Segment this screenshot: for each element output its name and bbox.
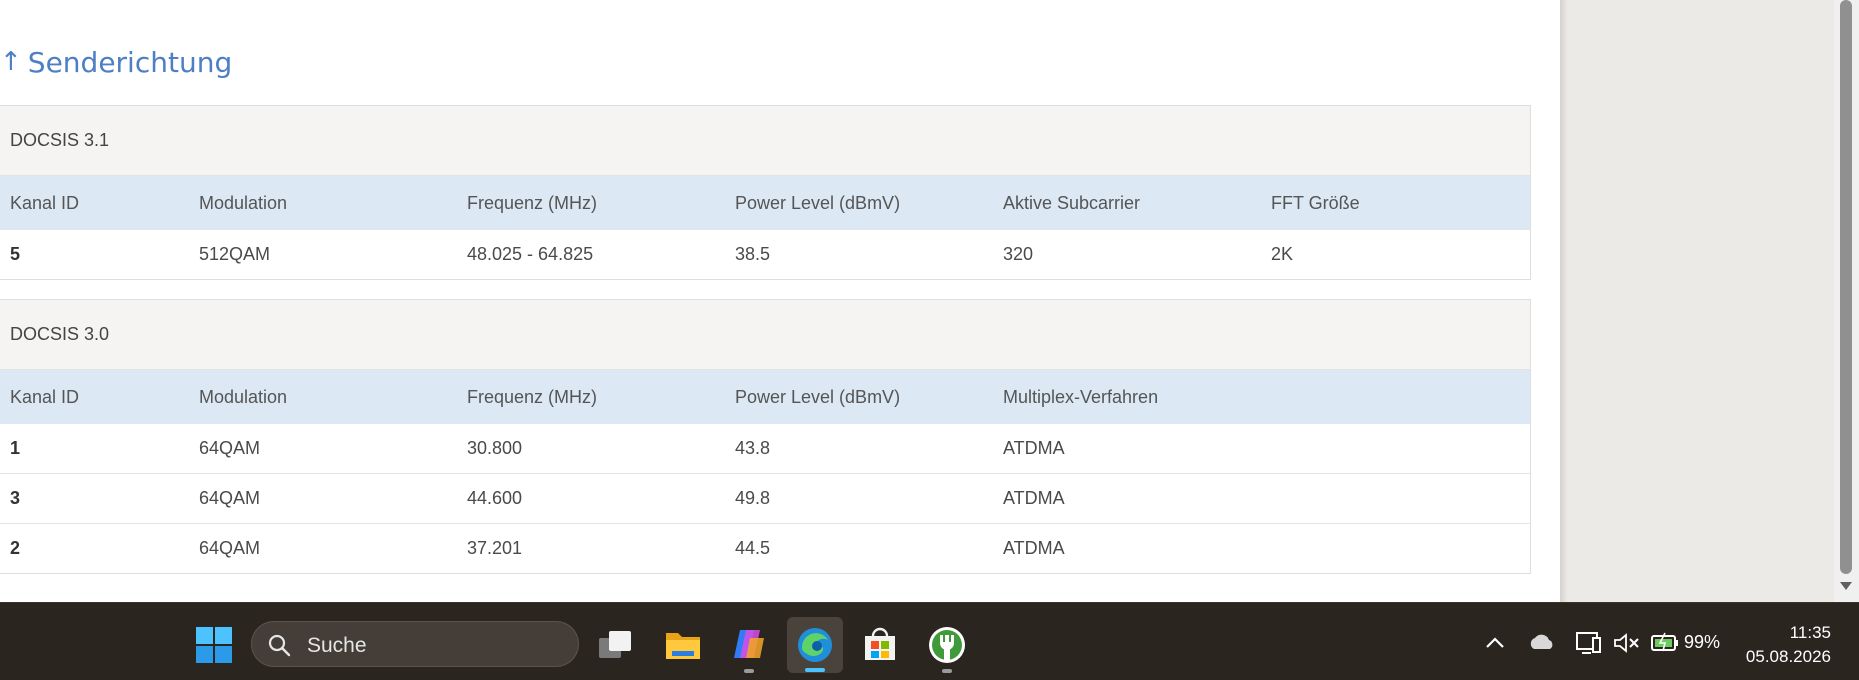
table-cell: ATDMA (1003, 438, 1065, 458)
table-cell: 1 (10, 438, 21, 458)
clock-date: 05.08.2026 (1745, 647, 1831, 666)
table-header-row: Kanal ID Modulation Frequenz (MHz) Power… (0, 176, 1530, 230)
column-header: Modulation (199, 386, 288, 407)
file-explorer-icon[interactable] (664, 627, 702, 661)
table-cell: 512QAM (199, 244, 271, 264)
table-cell: 43.8 (735, 438, 771, 458)
table-row: 2 64QAM 37.201 44.5 ATDMA (0, 524, 1530, 573)
scroll-down-arrow-icon[interactable] (1840, 582, 1852, 590)
column-header: Multiplex-Verfahren (1003, 386, 1159, 407)
column-header: Kanal ID (10, 192, 80, 213)
column-header: FFT Größe (1271, 192, 1360, 213)
chevron-up-icon[interactable] (1484, 633, 1506, 653)
volume-muted-icon[interactable] (1612, 631, 1640, 655)
table-cell: 5 (10, 244, 21, 264)
system-clock[interactable]: 11:35 05.08.2026 (1746, 621, 1831, 669)
edge-taskbar-button[interactable] (787, 617, 843, 673)
table-row: 1 64QAM 30.800 43.8 ATDMA (0, 424, 1530, 474)
store-icon[interactable] (861, 626, 899, 664)
running-indicator (942, 669, 952, 673)
battery-icon[interactable] (1650, 631, 1680, 653)
table-cell: 38.5 (735, 244, 771, 264)
panel-shadow (1560, 0, 1568, 602)
table-cell: 64QAM (199, 438, 261, 458)
table-caption: DOCSIS 3.1 (0, 106, 1530, 176)
side-panel (1560, 0, 1834, 602)
clock-time: 11:35 (1789, 623, 1831, 642)
main-content: ↑ Senderichtung DOCSIS 3.1 Kanal ID Modu… (0, 0, 1560, 602)
section-heading[interactable]: ↑ Senderichtung (0, 42, 232, 82)
column-header: Frequenz (MHz) (467, 192, 598, 213)
table-cell: 2 (10, 538, 21, 558)
arrow-up-icon: ↑ (0, 47, 22, 77)
table-cell: 48.025 - 64.825 (467, 244, 594, 264)
table-cell: 64QAM (199, 488, 261, 508)
table-cell: 2K (1271, 244, 1294, 264)
running-indicator (744, 669, 754, 673)
column-header: Power Level (dBmV) (735, 386, 901, 407)
copilot-icon[interactable] (730, 626, 768, 662)
search-icon (267, 633, 291, 662)
column-header: Aktive Subcarrier (1003, 192, 1141, 213)
table-row: 5 512QAM 48.025 - 64.825 38.5 320 2K (0, 230, 1530, 279)
battery-percent: 99% (1684, 632, 1721, 652)
table-cell: 49.8 (735, 488, 771, 508)
column-header: Kanal ID (10, 386, 80, 407)
search-placeholder: Suche (307, 634, 367, 657)
docsis30-table: DOCSIS 3.0 Kanal ID Modulation Frequenz … (0, 299, 1531, 574)
active-indicator (805, 668, 825, 672)
cloud-icon[interactable] (1528, 631, 1556, 653)
docsis31-table: DOCSIS 3.1 Kanal ID Modulation Frequenz … (0, 105, 1531, 280)
column-header: Power Level (dBmV) (735, 192, 901, 213)
taskbar: Suche 99% 11:35 05.08.2026 (0, 602, 1859, 680)
windows-start-icon[interactable] (196, 627, 232, 663)
table-row: 3 64QAM 44.600 49.8 ATDMA (0, 474, 1530, 524)
table-cell: ATDMA (1003, 488, 1065, 508)
network-icon[interactable] (1574, 630, 1602, 656)
app-icon[interactable] (927, 625, 967, 665)
task-view-icon[interactable] (597, 628, 635, 662)
table-cell: 44.5 (735, 538, 771, 558)
table-cell: 3 (10, 488, 21, 508)
table-caption: DOCSIS 3.0 (0, 300, 1530, 370)
table-header-row: Kanal ID Modulation Frequenz (MHz) Power… (0, 370, 1530, 424)
scrollbar-thumb[interactable] (1840, 0, 1852, 574)
table-cell: 30.800 (467, 438, 523, 458)
table-cell: 37.201 (467, 538, 523, 558)
table-cell: 320 (1003, 244, 1034, 264)
column-header: Frequenz (MHz) (467, 386, 598, 407)
taskbar-search-box[interactable]: Suche (251, 621, 579, 667)
edge-icon (796, 626, 834, 669)
vertical-scrollbar[interactable] (1834, 0, 1859, 602)
table-cell: 44.600 (467, 488, 523, 508)
section-title: Senderichtung (27, 45, 233, 79)
table-cell: ATDMA (1003, 538, 1065, 558)
column-header: Modulation (199, 192, 288, 213)
table-cell: 64QAM (199, 538, 261, 558)
